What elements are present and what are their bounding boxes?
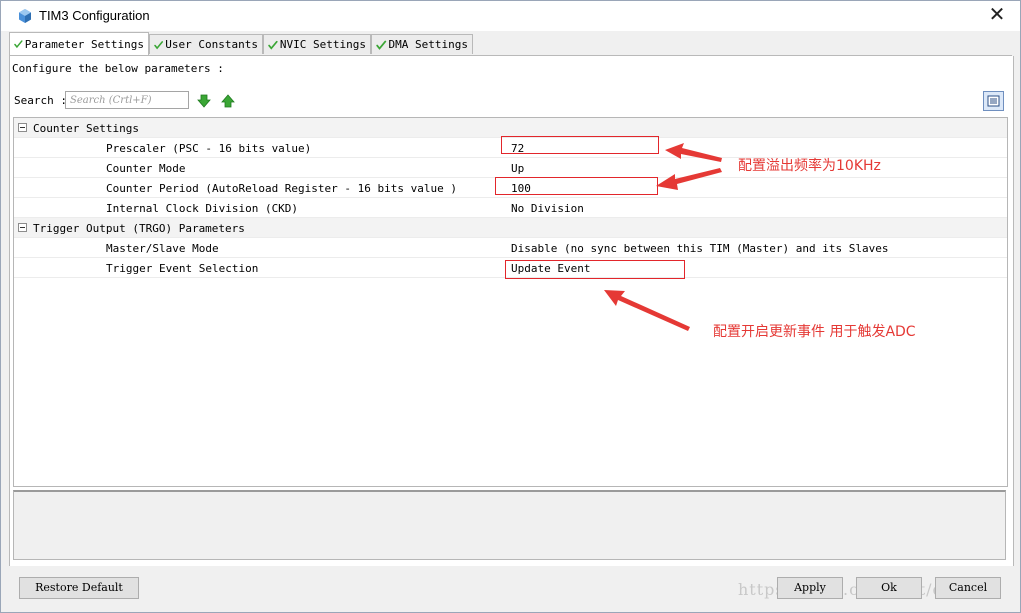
description-panel <box>13 490 1006 560</box>
annotation-trigger-note: 配置开启更新事件 用于触发ADC <box>713 324 916 340</box>
arrow-to-period <box>656 168 722 190</box>
annotation-overflow-note: 配置溢出频率为10KHz <box>738 158 881 174</box>
restore-default-button[interactable]: Restore Default <box>19 577 139 599</box>
arrow-to-prescaler <box>665 143 722 162</box>
arrow-to-trigger <box>604 290 690 331</box>
cancel-button[interactable]: Cancel <box>935 577 1001 599</box>
apply-button[interactable]: Apply <box>777 577 843 599</box>
ok-button[interactable]: Ok <box>856 577 922 599</box>
